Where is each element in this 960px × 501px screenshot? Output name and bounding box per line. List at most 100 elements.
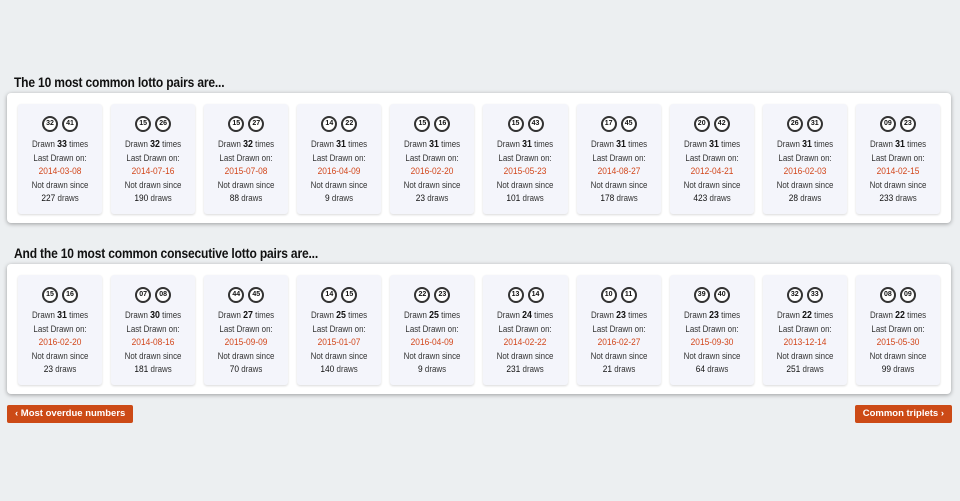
pair-card: 15 26 Drawn 32 times Last Drawn on: 2014-07-… bbox=[111, 104, 196, 214]
drawn-count-line: Drawn 30 times bbox=[116, 309, 190, 323]
draws-label: draws bbox=[57, 193, 79, 203]
draws-since-count: 101 bbox=[506, 193, 521, 204]
last-drawn-date: 2016-02-20 bbox=[411, 166, 454, 177]
most-overdue-numbers-button[interactable]: ‹ Most overdue numbers bbox=[7, 405, 134, 423]
last-drawn-label: Last Drawn on: bbox=[312, 323, 366, 334]
pair-card: 39 40 Drawn 23 times Last Drawn on: 2015-09-… bbox=[669, 275, 754, 385]
lotto-ball: 15 bbox=[42, 287, 59, 303]
lotto-ball: 45 bbox=[620, 116, 637, 132]
lotto-ball: 26 bbox=[786, 116, 803, 132]
ball-pair: 07 08 bbox=[111, 287, 195, 303]
draws-label: draws bbox=[895, 193, 917, 203]
lotto-ball: 17 bbox=[600, 116, 617, 132]
drawn-count-line: Drawn 31 times bbox=[302, 138, 376, 152]
pair-card: 07 08 Drawn 30 times Last Drawn on: 2014-08-… bbox=[111, 275, 196, 385]
lotto-ball: 22 bbox=[414, 287, 431, 303]
last-drawn-date: 2014-03-08 bbox=[38, 166, 82, 177]
draws-since-line: 233 draws bbox=[861, 192, 935, 206]
draws-since-line: 28 draws bbox=[768, 192, 842, 206]
draws-since-count: 190 bbox=[134, 193, 149, 204]
drawn-count: 25 bbox=[336, 310, 347, 321]
drawn-count-line: Drawn 23 times bbox=[675, 309, 749, 323]
last-drawn-label: Last Drawn on: bbox=[498, 323, 553, 334]
drawn-count: 31 bbox=[522, 139, 533, 150]
common-triplets-button[interactable]: Common triplets › bbox=[854, 405, 952, 423]
lotto-ball: 15 bbox=[228, 116, 245, 132]
drawn-prefix: Drawn bbox=[683, 139, 707, 149]
draws-since-line: 227 draws bbox=[23, 192, 97, 206]
draws-since-line: 9 draws bbox=[302, 192, 376, 206]
last-drawn-label: Last Drawn on: bbox=[685, 152, 739, 163]
last-drawn-date: 2015-05-30 bbox=[876, 337, 920, 348]
draws-since-line: 231 draws bbox=[489, 363, 563, 377]
lotto-ball: 13 bbox=[507, 287, 524, 303]
draws-since-count: 9 bbox=[418, 364, 424, 375]
drawn-count-line: Drawn 27 times bbox=[209, 309, 283, 323]
not-drawn-since-label: Not drawn since bbox=[497, 350, 554, 361]
drawn-count-line: Drawn 31 times bbox=[582, 138, 656, 152]
lotto-ball: 22 bbox=[341, 116, 358, 132]
lotto-ball: 08 bbox=[155, 287, 172, 303]
drawn-count-line: Drawn 32 times bbox=[116, 138, 190, 152]
drawn-suffix: times bbox=[255, 139, 275, 149]
draws-since-line: 423 draws bbox=[675, 192, 749, 206]
lotto-ball: 42 bbox=[713, 116, 730, 132]
drawn-count: 31 bbox=[57, 310, 67, 321]
draws-since-count: 423 bbox=[693, 193, 708, 204]
ball-pair: 20 42 bbox=[670, 116, 754, 132]
ball-pair: 09 23 bbox=[856, 116, 940, 132]
draws-label: draws bbox=[523, 193, 545, 203]
section-title-consecutive-pairs: And the 10 most common consecutive lotto… bbox=[14, 245, 318, 261]
not-drawn-since-label: Not drawn since bbox=[776, 179, 834, 190]
ball-pair: 39 40 bbox=[670, 287, 754, 303]
draws-since-count: 233 bbox=[879, 193, 894, 204]
last-drawn-label: Last Drawn on: bbox=[405, 323, 460, 334]
drawn-count: 30 bbox=[150, 310, 161, 321]
lotto-ball: 10 bbox=[600, 287, 617, 303]
not-drawn-since-label: Not drawn since bbox=[404, 350, 461, 361]
last-drawn-label: Last Drawn on: bbox=[126, 152, 180, 163]
lotto-ball: 08 bbox=[879, 287, 896, 303]
drawn-count-line: Drawn 31 times bbox=[861, 138, 935, 152]
drawn-suffix: times bbox=[255, 310, 275, 320]
pair-card: 10 11 Drawn 23 times Last Drawn on: 2016-02-… bbox=[576, 275, 661, 385]
draws-since-line: 23 draws bbox=[395, 192, 469, 206]
drawn-suffix: times bbox=[441, 139, 461, 149]
last-drawn-label: Last Drawn on: bbox=[312, 152, 366, 163]
drawn-prefix: Drawn bbox=[497, 139, 521, 149]
ball-pair: 15 27 bbox=[204, 116, 288, 132]
drawn-prefix: Drawn bbox=[869, 310, 893, 320]
ball-pair: 22 23 bbox=[390, 287, 474, 303]
drawn-count: 32 bbox=[150, 139, 161, 150]
drawn-count-line: Drawn 31 times bbox=[768, 138, 842, 152]
pair-card: 44 45 Drawn 27 times Last Drawn on: 2015-09-… bbox=[204, 275, 289, 385]
drawn-count: 22 bbox=[894, 310, 905, 321]
drawn-suffix: times bbox=[720, 139, 740, 149]
last-drawn-date: 2015-07-08 bbox=[224, 166, 268, 177]
not-drawn-since-label: Not drawn since bbox=[497, 179, 554, 190]
last-drawn-label: Last Drawn on: bbox=[219, 323, 273, 334]
drawn-suffix: times bbox=[69, 139, 89, 149]
drawn-count: 31 bbox=[708, 139, 719, 150]
pair-card: 14 15 Drawn 25 times Last Drawn on: 2015-01-… bbox=[297, 275, 382, 385]
draws-since-line: 101 draws bbox=[489, 192, 563, 206]
draws-since-line: 23 draws bbox=[23, 363, 97, 377]
not-drawn-since-label: Not drawn since bbox=[124, 179, 182, 190]
last-drawn-label: Last Drawn on: bbox=[685, 323, 739, 334]
draws-since-line: 70 draws bbox=[209, 363, 283, 377]
last-drawn-date: 2013-12-14 bbox=[783, 337, 827, 348]
lotto-ball: 32 bbox=[42, 116, 59, 132]
last-drawn-date: 2014-02-15 bbox=[876, 166, 920, 177]
ball-pair: 10 11 bbox=[577, 287, 661, 303]
last-drawn-date: 2015-01-07 bbox=[317, 337, 361, 348]
draws-since-line: 99 draws bbox=[861, 363, 935, 377]
draws-label: draws bbox=[427, 193, 449, 203]
ball-pair: 13 14 bbox=[483, 287, 567, 303]
drawn-count-line: Drawn 22 times bbox=[768, 309, 842, 323]
draws-label: draws bbox=[55, 364, 77, 374]
draws-label: draws bbox=[241, 364, 263, 374]
drawn-count-line: Drawn 23 times bbox=[582, 309, 656, 323]
drawn-count: 33 bbox=[57, 139, 67, 150]
ball-pair: 32 41 bbox=[18, 116, 102, 132]
lotto-ball: 23 bbox=[434, 287, 451, 303]
